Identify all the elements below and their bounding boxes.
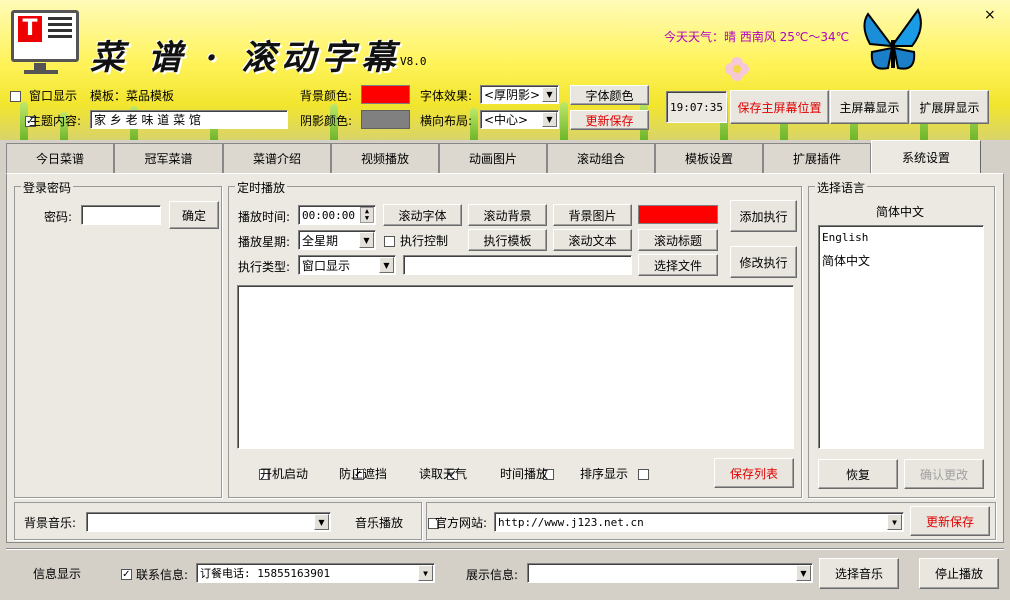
window-display-label: 窗口显示 <box>29 89 78 103</box>
restore-button[interactable]: 恢复 <box>818 459 898 489</box>
bg-image-button[interactable]: 背景图片 <box>553 204 632 226</box>
bg-music-label: 背景音乐: <box>24 516 77 530</box>
bg-color-label: 背景颜色: <box>300 89 353 103</box>
tab-champion-menu[interactable]: 冠军菜谱 <box>114 143 223 173</box>
login-group-title: 登录密码 <box>21 179 74 196</box>
butterfly-icon <box>863 8 922 70</box>
sort-display-label: 排序显示 <box>580 467 629 481</box>
language-option-english[interactable]: English <box>822 230 983 254</box>
main-display-button[interactable]: 主屏幕显示 <box>830 90 909 124</box>
flower-icon <box>725 57 749 81</box>
prevent-block-label: 防止遮挡 <box>339 467 388 481</box>
boot-start-label: 开机启动 <box>260 467 309 481</box>
window-display-checkbox[interactable] <box>10 91 21 102</box>
website-label: 官方网站: <box>435 516 488 530</box>
exec-type-select[interactable]: 窗口显示 ▼ <box>298 255 396 275</box>
show-info-select[interactable]: ▼ <box>527 563 813 583</box>
bg-music-select[interactable]: ▼ <box>86 512 331 532</box>
exec-type-label: 执行类型: <box>238 260 291 274</box>
tab-extension-plugins[interactable]: 扩展插件 <box>763 143 871 173</box>
login-group: 登录密码 <box>14 179 222 498</box>
tab-today-menu[interactable]: 今日菜谱 <box>6 143 114 173</box>
info-display-checkbox[interactable]: ✓ <box>120 569 132 580</box>
chevron-down-icon: ▼ <box>314 514 329 530</box>
modify-exec-button[interactable]: 修改执行 <box>730 246 797 278</box>
tab-system-settings[interactable]: 系统设置 <box>871 140 981 174</box>
add-exec-button[interactable]: 添加执行 <box>730 200 797 232</box>
tab-template-settings[interactable]: 模板设置 <box>655 143 763 173</box>
login-confirm-button[interactable]: 确定 <box>169 201 219 229</box>
info-display-label: 信息显示 <box>33 567 82 581</box>
exec-control-label: 执行控制 <box>400 234 449 248</box>
play-week-label: 播放星期: <box>238 235 291 249</box>
tab-animated-images[interactable]: 动画图片 <box>439 143 547 173</box>
tab-menu-intro[interactable]: 菜谱介绍 <box>223 143 331 173</box>
play-time-label: 播放时间: <box>238 210 291 224</box>
play-time-input[interactable]: 00:00:00 ▲ ▼ <box>298 205 376 225</box>
schedule-group-title: 定时播放 <box>235 179 288 196</box>
ext-display-button[interactable]: 扩展屏显示 <box>910 90 989 124</box>
template-label: 模板：菜品模板 <box>90 89 175 103</box>
theme-label: 主题内容: <box>29 114 82 128</box>
scroll-bg-button[interactable]: 滚动背景 <box>468 204 547 226</box>
schedule-list[interactable] <box>237 285 794 449</box>
chevron-down-icon: ▼ <box>796 565 811 581</box>
website-update-button[interactable]: 更新保存 <box>910 506 990 536</box>
horiz-layout-label: 横向布局: <box>420 114 473 128</box>
close-icon[interactable]: × <box>984 7 996 23</box>
chevron-down-icon: ▼ <box>379 257 394 273</box>
current-language: 简体中文 <box>876 205 925 219</box>
save-main-position-button[interactable]: 保存主屏幕位置 <box>730 90 829 124</box>
website-select[interactable]: http://www.j123.net.cn ▼ <box>494 512 904 532</box>
time-play-label: 时间播放 <box>500 467 549 481</box>
password-input[interactable] <box>81 205 161 225</box>
chevron-down-icon: ▼ <box>887 514 902 530</box>
header-banner: T 菜 谱 · 滚动字幕 V8.0 今天天气：晴 西南风 25℃～34℃ × 窗… <box>0 0 1010 140</box>
scroll-font-button[interactable]: 滚动字体 <box>383 204 462 226</box>
music-play-label: 音乐播放 <box>355 516 404 530</box>
font-color-button[interactable]: 字体颜色 <box>570 85 649 105</box>
save-list-button[interactable]: 保存列表 <box>714 458 794 488</box>
show-info-label: 展示信息: <box>466 568 519 582</box>
confirm-change-button[interactable]: 确认更改 <box>904 459 984 489</box>
scroll-text-button[interactable]: 滚动文本 <box>553 229 632 251</box>
chevron-down-icon: ▼ <box>359 232 374 248</box>
exec-template-button[interactable]: 执行模板 <box>468 229 547 251</box>
sort-display-checkbox[interactable] <box>638 469 650 480</box>
tab-scroll-combo[interactable]: 滚动组合 <box>547 143 655 173</box>
shadow-color-label: 阴影颜色: <box>300 114 353 128</box>
contact-select[interactable]: 订餐电话: 15855163901 ▼ <box>196 563 435 583</box>
choose-music-button[interactable]: 选择音乐 <box>819 558 899 589</box>
bg-color-swatch[interactable] <box>361 85 410 104</box>
language-option-chinese[interactable]: 简体中文 <box>822 254 983 274</box>
font-effect-label: 字体效果: <box>420 89 473 103</box>
scroll-title-button[interactable]: 滚动标题 <box>638 229 718 251</box>
tab-video-play[interactable]: 视频播放 <box>331 143 439 173</box>
exec-path-input[interactable] <box>403 255 632 275</box>
contact-label: 联系信息: <box>136 568 189 582</box>
shadow-color-swatch[interactable] <box>361 110 410 129</box>
update-save-button[interactable]: 更新保存 <box>570 110 649 130</box>
password-label: 密码: <box>44 210 73 224</box>
schedule-color-swatch[interactable] <box>638 205 718 224</box>
stop-play-button[interactable]: 停止播放 <box>919 558 999 589</box>
weather-info: 今天天气：晴 西南风 25℃～34℃ <box>664 30 850 44</box>
app-logo-icon: T <box>11 10 79 62</box>
read-weather-label: 读取天气 <box>419 467 468 481</box>
app-title: 菜 谱 · 滚动字幕 <box>90 38 402 78</box>
language-group-title: 选择语言 <box>815 179 868 196</box>
app-version: V8.0 <box>400 55 427 68</box>
chevron-down-icon: ▼ <box>418 565 433 581</box>
font-effect-select[interactable]: <厚阴影> ▼ <box>480 85 559 104</box>
horiz-layout-select[interactable]: <中心> ▼ <box>480 110 559 129</box>
theme-input[interactable]: 家 乡 老 味 道 菜 馆 <box>90 110 288 129</box>
clock-display: 19:07:35 <box>666 91 727 123</box>
exec-control-checkbox[interactable] <box>384 236 395 247</box>
spinner-icon[interactable]: ▲ ▼ <box>360 207 374 223</box>
language-list[interactable]: English 简体中文 <box>818 225 984 449</box>
play-week-select[interactable]: 全星期 ▼ <box>298 230 376 250</box>
chevron-down-icon: ▼ <box>542 87 557 102</box>
choose-file-button[interactable]: 选择文件 <box>638 254 718 276</box>
chevron-down-icon: ▼ <box>542 112 557 127</box>
